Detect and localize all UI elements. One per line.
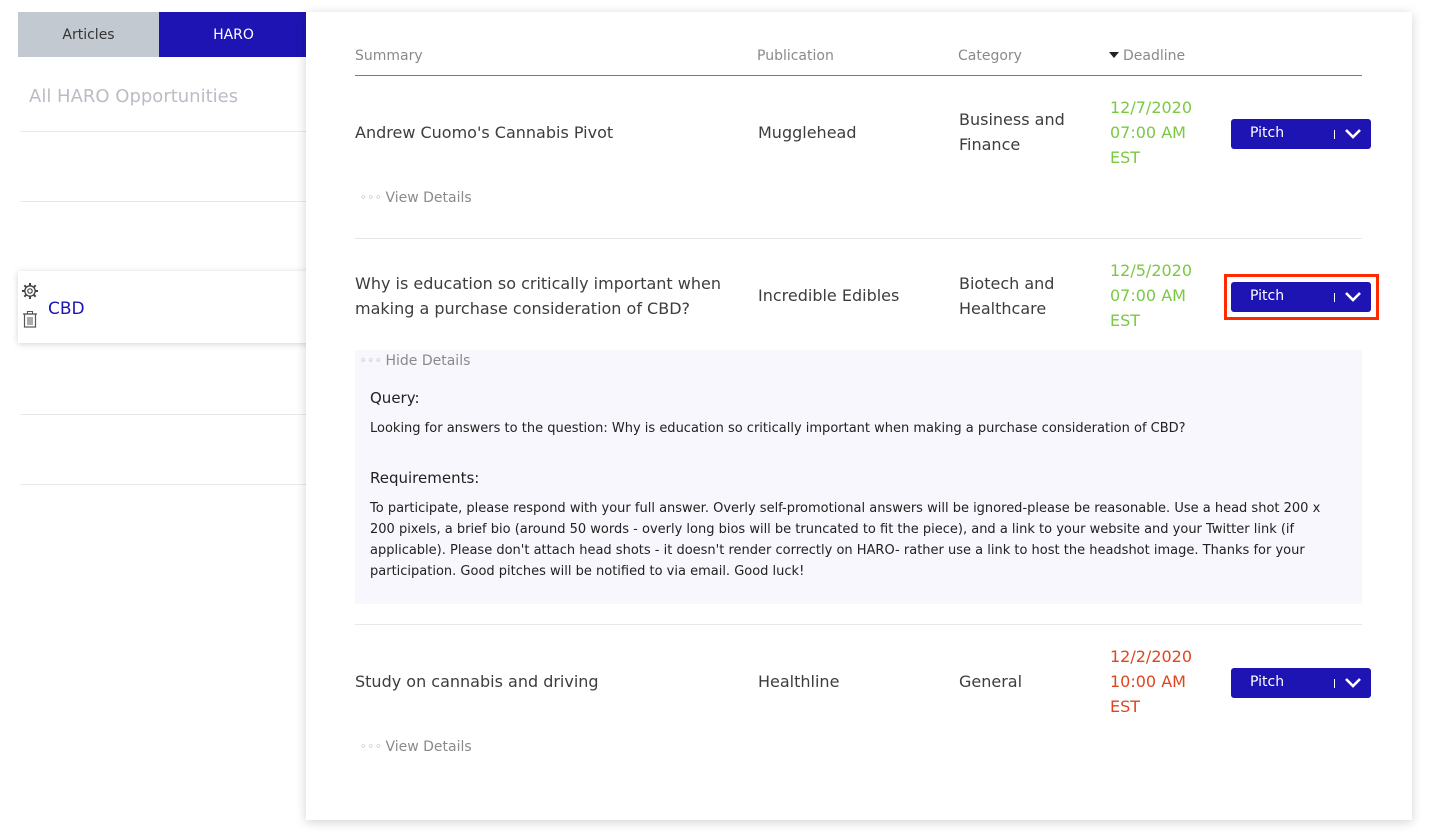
deadline-time: 10:00 AM xyxy=(1110,672,1186,691)
pitch-button[interactable]: Pitch xyxy=(1231,668,1371,698)
row-3-summary: Study on cannabis and driving xyxy=(355,672,599,691)
pitch-label: Pitch xyxy=(1250,125,1285,141)
view-details-link[interactable]: ◦◦◦ View Details xyxy=(360,739,472,755)
view-details-link[interactable]: ◦◦◦ View Details xyxy=(360,190,472,206)
divider xyxy=(20,484,306,485)
deadline-timezone: EST xyxy=(1110,148,1141,167)
sidebar-item-cbd[interactable]: CBD xyxy=(18,271,318,343)
divider xyxy=(1334,293,1335,302)
details-panel: ◦◦◦ Hide Details Query: Looking for answe… xyxy=(355,350,1362,604)
row-divider xyxy=(355,238,1362,239)
row-3-publication: Healthline xyxy=(758,672,840,691)
pitch-label: Pitch xyxy=(1250,674,1285,690)
column-header-summary[interactable]: Summary xyxy=(355,48,423,64)
details-toggle-label: View Details xyxy=(385,190,472,206)
row-divider xyxy=(355,624,1362,625)
deadline-date: 12/2/2020 xyxy=(1110,647,1193,666)
more-dots-icon: ◦◦◦ xyxy=(360,740,383,753)
divider xyxy=(20,131,306,132)
chevron-down-icon[interactable] xyxy=(1344,676,1362,690)
details-toggle-label: Hide Details xyxy=(385,353,471,369)
trash-icon[interactable] xyxy=(21,310,39,328)
more-dots-icon: ◦◦◦ xyxy=(360,191,383,204)
column-header-publication[interactable]: Publication xyxy=(757,48,834,64)
row-3-deadline: 12/2/2020 10:00 AM EST xyxy=(1110,644,1192,719)
deadline-time: 07:00 AM xyxy=(1110,286,1186,305)
column-header-category[interactable]: Category xyxy=(958,48,1022,64)
deadline-time: 07:00 AM xyxy=(1110,123,1186,142)
row-2-deadline: 12/5/2020 07:00 AM EST xyxy=(1110,258,1192,333)
view-tabs: Articles HARO xyxy=(18,12,308,57)
divider xyxy=(20,414,306,415)
requirements-text: To participate, please respond with your… xyxy=(370,501,1321,579)
deadline-header-label: Deadline xyxy=(1123,48,1186,64)
row-1-category: Business and Finance xyxy=(959,110,1065,154)
details-toggle-label: View Details xyxy=(385,739,472,755)
sort-desc-icon xyxy=(1109,52,1119,58)
deadline-timezone: EST xyxy=(1110,311,1141,330)
query-text: Looking for answers to the question: Why… xyxy=(370,421,1186,436)
row-2-category: Biotech and Healthcare xyxy=(959,274,1055,318)
tab-haro[interactable]: HARO xyxy=(159,12,308,57)
sidebar-title: All HARO Opportunities xyxy=(29,86,239,107)
divider xyxy=(1334,679,1335,688)
table-header: Summary Publication Category Deadline xyxy=(355,48,1362,76)
chevron-down-icon[interactable] xyxy=(1344,127,1362,141)
divider xyxy=(20,201,306,202)
sidebar-item-label[interactable]: CBD xyxy=(48,299,85,319)
divider xyxy=(1334,130,1335,139)
query-heading: Query: xyxy=(370,389,420,407)
row-1-summary: Andrew Cuomo's Cannabis Pivot xyxy=(355,123,614,142)
row-1-deadline: 12/7/2020 07:00 AM EST xyxy=(1110,95,1192,170)
row-2-publication: Incredible Edibles xyxy=(758,286,900,305)
deadline-date: 12/7/2020 xyxy=(1110,98,1193,117)
more-dots-icon: ◦◦◦ xyxy=(360,354,383,367)
column-header-deadline[interactable]: Deadline xyxy=(1109,48,1185,64)
deadline-date: 12/5/2020 xyxy=(1110,261,1193,280)
row-1-publication: Mugglehead xyxy=(758,123,857,142)
pitch-button[interactable]: Pitch xyxy=(1231,282,1371,312)
tab-articles[interactable]: Articles xyxy=(18,12,159,57)
hide-details-link[interactable]: ◦◦◦ Hide Details xyxy=(360,353,470,369)
row-3-category: General xyxy=(959,672,1023,691)
haro-opportunities-panel: Summary Publication Category Deadline An… xyxy=(306,12,1412,820)
pitch-button[interactable]: Pitch xyxy=(1231,119,1371,149)
deadline-timezone: EST xyxy=(1110,697,1141,716)
gear-icon[interactable] xyxy=(21,282,39,300)
pitch-label: Pitch xyxy=(1250,288,1285,304)
requirements-heading: Requirements: xyxy=(370,469,480,487)
row-2-summary: Why is education so critically important… xyxy=(355,274,721,318)
chevron-down-icon[interactable] xyxy=(1344,290,1362,304)
